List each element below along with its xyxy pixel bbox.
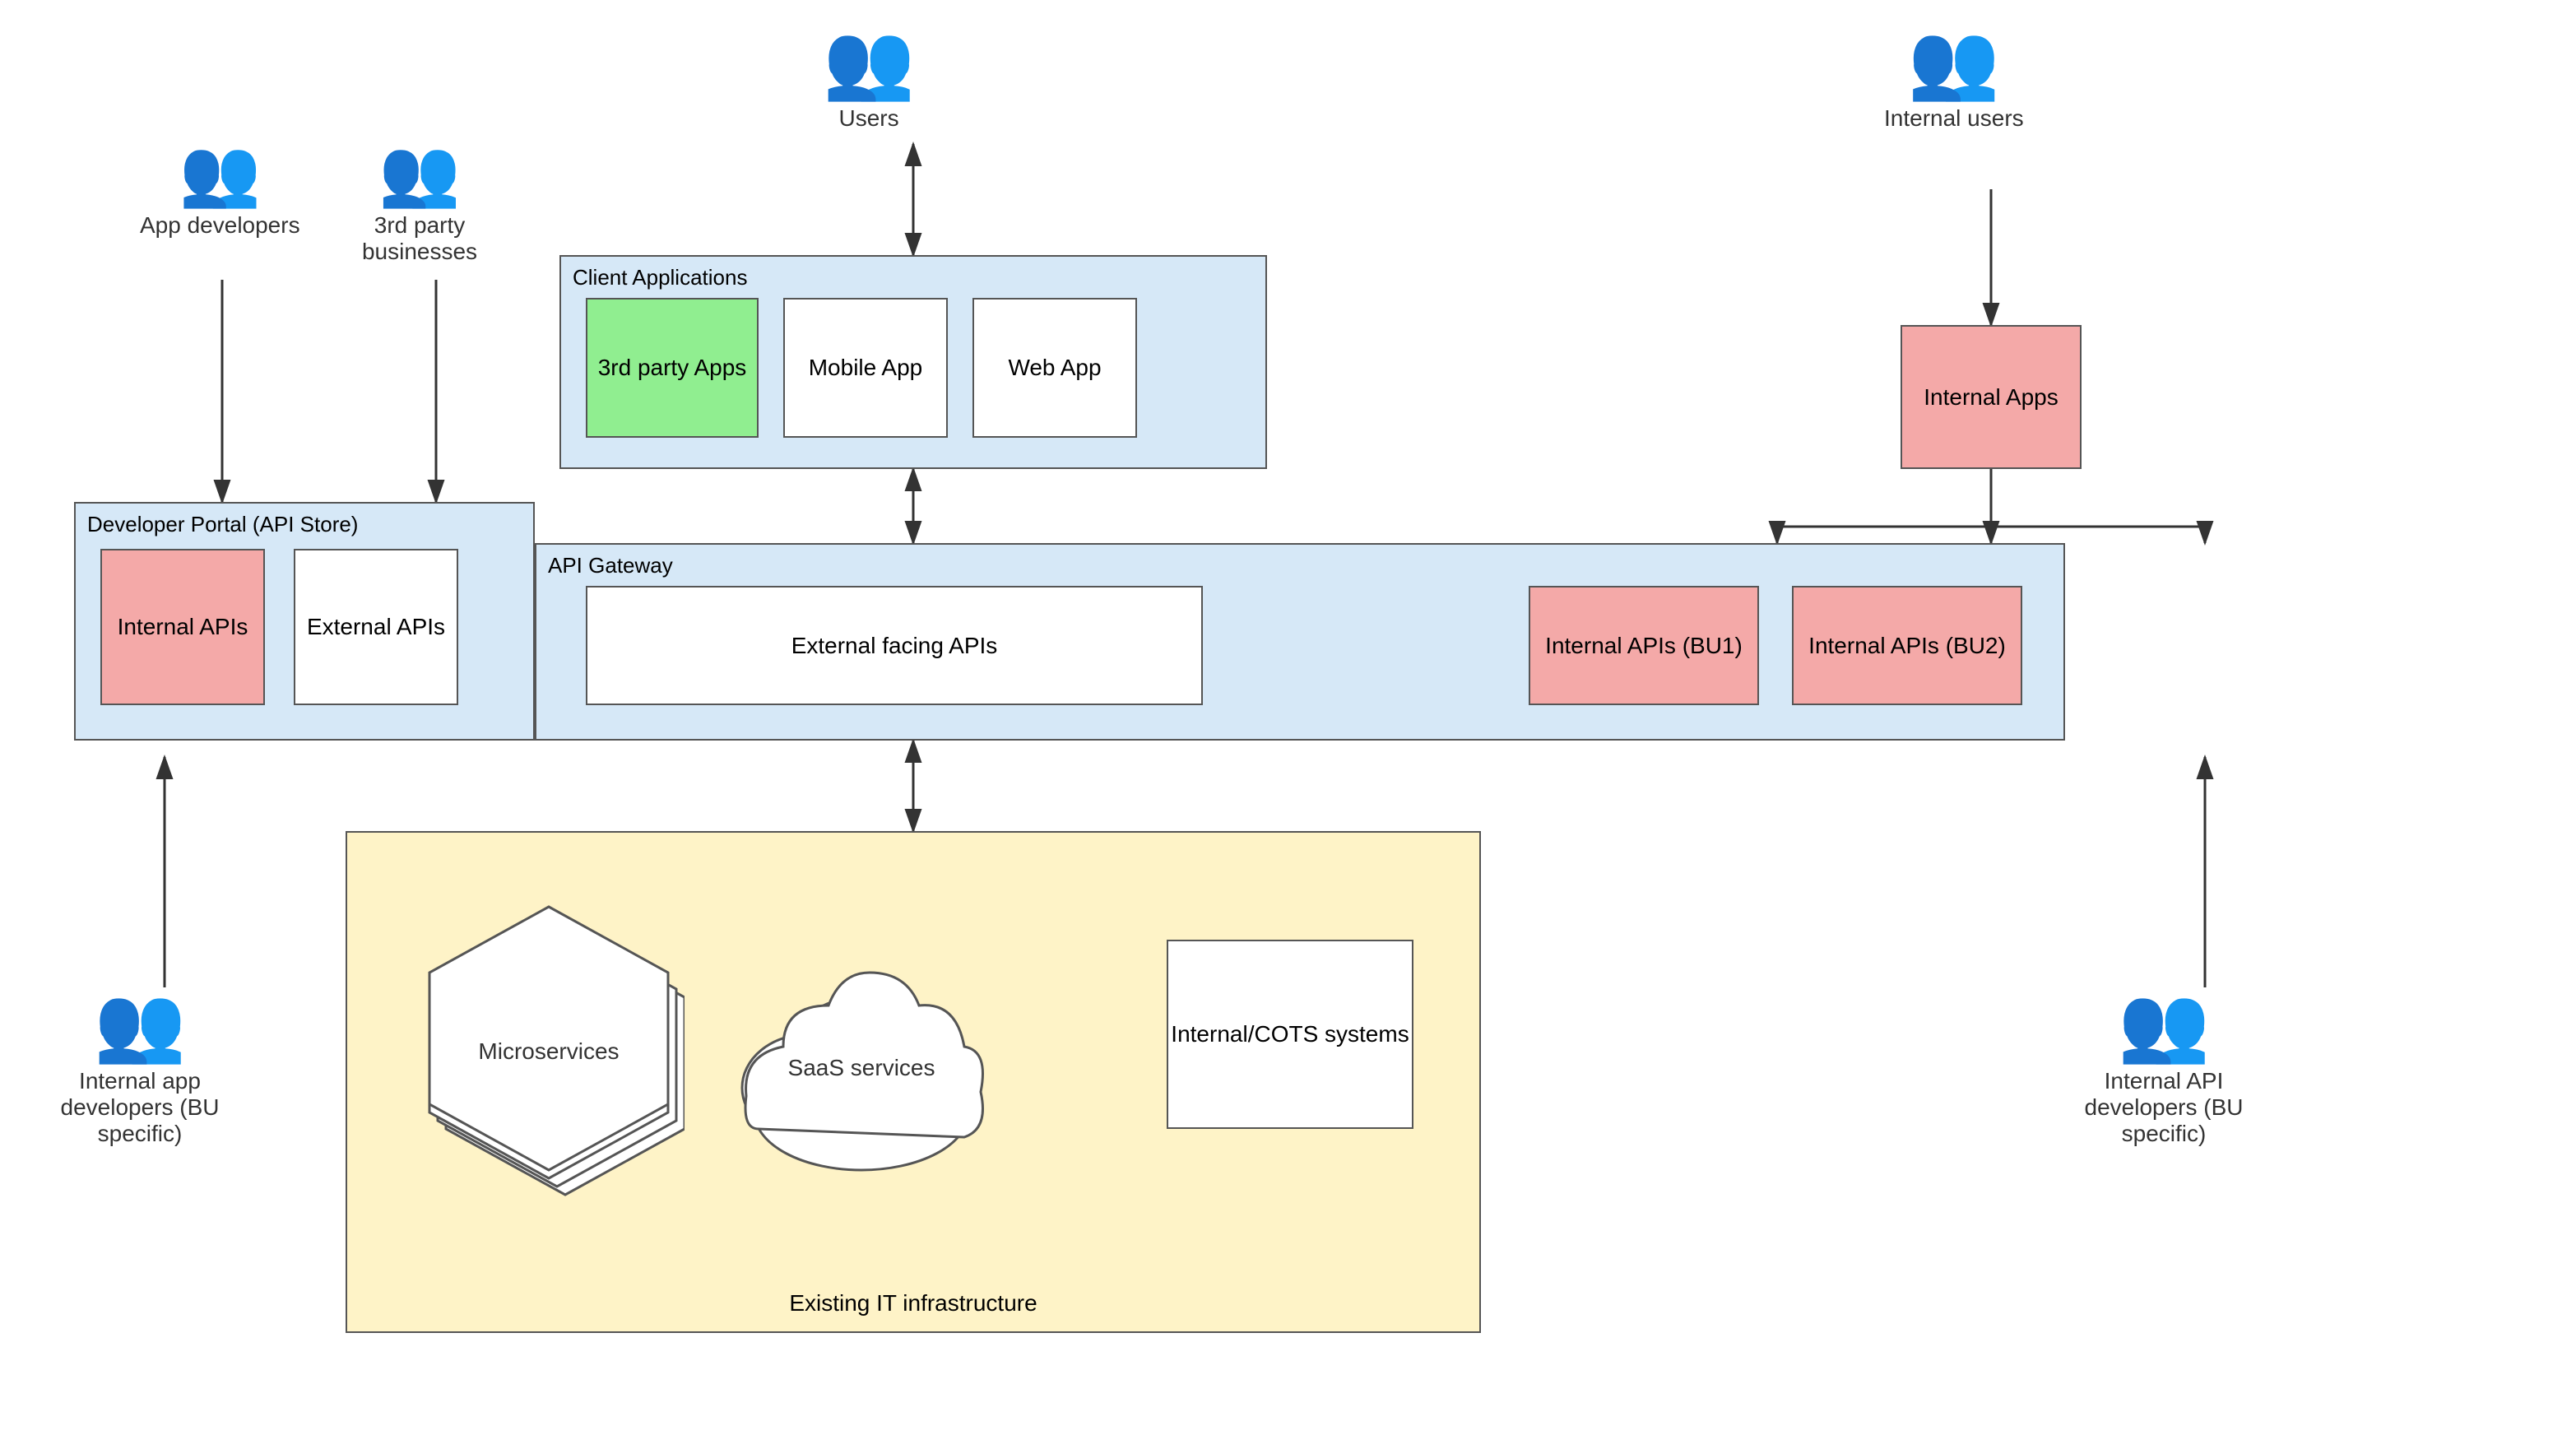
mobile-app-label: Mobile App — [809, 355, 923, 381]
internal-apps-label: Internal Apps — [1924, 384, 2058, 411]
external-apis-dev-box: External APIs — [294, 549, 458, 705]
users-icon: 👥 — [823, 25, 915, 99]
internal-apis-bu2-label: Internal APIs (BU2) — [1808, 633, 2006, 659]
svg-text:Microservices: Microservices — [478, 1038, 619, 1064]
developer-portal-label: Developer Portal (API Store) — [87, 512, 358, 537]
client-applications-box: Client Applications 3rd party Apps Mobil… — [559, 255, 1267, 469]
internal-apis-bu2-box: Internal APIs (BU2) — [1792, 586, 2022, 705]
internal-apis-dev-label: Internal APIs — [118, 614, 248, 640]
third-party-apps-label: 3rd party Apps — [598, 355, 747, 381]
internal-users-icon-group: 👥 Internal users — [1884, 25, 2024, 132]
app-developers-icon-group: 👥 App developers — [140, 140, 300, 239]
internal-users-icon: 👥 — [1908, 25, 2000, 99]
mobile-app-box: Mobile App — [783, 298, 948, 438]
external-apis-dev-label: External APIs — [307, 614, 445, 640]
existing-it-label: Existing IT infrastructure — [347, 1290, 1479, 1317]
internal-api-developers-icon-group: 👥 Internal API developers (BU specific) — [2073, 987, 2254, 1147]
internal-users-label: Internal users — [1884, 105, 2024, 132]
third-party-businesses-icon-group: 👥 3rd party businesses — [329, 140, 510, 265]
users-label: Users — [838, 105, 898, 132]
third-party-apps-box: 3rd party Apps — [586, 298, 759, 438]
internal-apps-box: Internal Apps — [1901, 325, 2082, 469]
developer-portal-box: Developer Portal (API Store) Internal AP… — [74, 502, 535, 741]
saas-services-container: SaaS services — [734, 931, 989, 1184]
web-app-label: Web App — [1008, 355, 1101, 381]
external-facing-apis-label: External facing APIs — [791, 633, 998, 659]
app-developers-label: App developers — [140, 212, 300, 239]
internal-app-developers-label: Internal app developers (BU specific) — [49, 1068, 230, 1147]
internal-apis-bu1-box: Internal APIs (BU1) — [1529, 586, 1759, 705]
diagram-container: 👥 Users 👥 Internal users 👥 App developer… — [0, 0, 2576, 1449]
internal-apis-dev-box: Internal APIs — [100, 549, 265, 705]
app-developers-icon: 👥 — [179, 140, 261, 206]
svg-text:SaaS services: SaaS services — [788, 1055, 935, 1080]
internal-apis-bu1-label: Internal APIs (BU1) — [1545, 633, 1743, 659]
client-applications-label: Client Applications — [573, 265, 747, 290]
existing-it-box: Existing IT infrastructure Microservices — [346, 831, 1481, 1333]
external-facing-apis-box: External facing APIs — [586, 586, 1203, 705]
third-party-businesses-label: 3rd party businesses — [329, 212, 510, 265]
users-icon-group: 👥 Users — [823, 25, 915, 132]
internal-app-developers-icon: 👥 — [94, 987, 186, 1061]
internal-api-developers-icon: 👥 — [2118, 987, 2210, 1061]
internal-api-developers-label: Internal API developers (BU specific) — [2073, 1068, 2254, 1147]
third-party-businesses-icon: 👥 — [378, 140, 461, 206]
api-gateway-label: API Gateway — [548, 553, 673, 578]
internal-app-developers-icon-group: 👥 Internal app developers (BU specific) — [49, 987, 230, 1147]
internal-cots-label: Internal/COTS systems — [1171, 1021, 1409, 1047]
api-gateway-box: API Gateway External facing APIs Interna… — [535, 543, 2065, 741]
microservices-container: Microservices — [413, 899, 685, 1217]
internal-cots-box: Internal/COTS systems — [1167, 940, 1413, 1129]
web-app-box: Web App — [972, 298, 1137, 438]
